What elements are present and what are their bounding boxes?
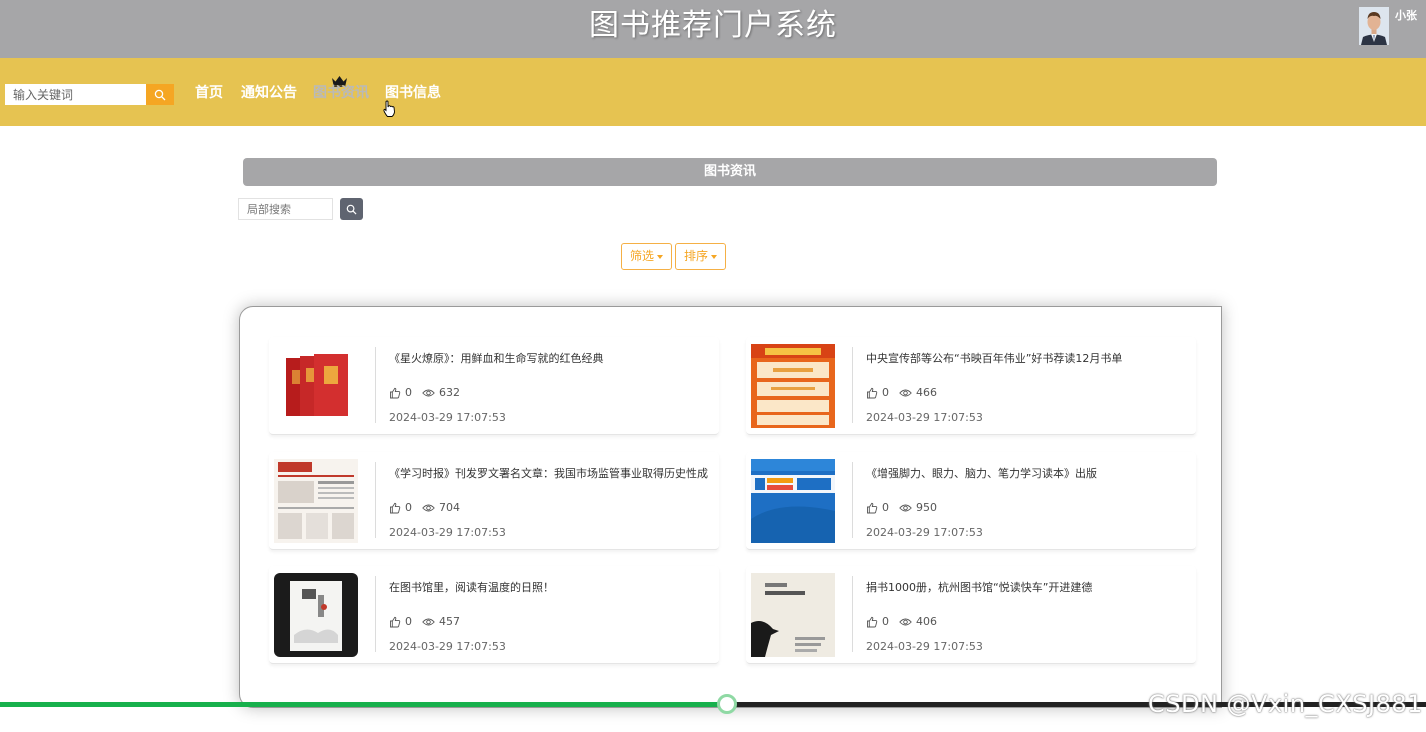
news-card[interactable]: 《增强脚力、眼力、脑力、笔力学习读本》出版 0 950 2024-03-29 1…	[746, 452, 1196, 550]
news-thumbnail[interactable]	[751, 573, 835, 657]
eye-icon	[422, 389, 435, 396]
eye-icon	[899, 389, 912, 396]
like-count: 0	[882, 501, 889, 514]
thumbs-up-icon[interactable]	[389, 616, 401, 628]
caret-down-icon	[657, 254, 664, 259]
news-list-panel: 《星火燎原》：用鲜血和生命写就的红色经典 0 632 2024-03-29 17…	[239, 306, 1222, 708]
filter-label: 筛选	[630, 249, 655, 263]
news-time: 2024-03-29 17:07:53	[866, 411, 983, 424]
nav-notices[interactable]: 通知公告	[241, 84, 297, 102]
news-time: 2024-03-29 17:07:53	[389, 526, 506, 539]
news-stats: 0 632	[389, 386, 460, 399]
nav-home[interactable]: 首页	[195, 84, 223, 102]
like-count: 0	[882, 386, 889, 399]
news-thumbnail[interactable]	[751, 344, 835, 428]
news-stats: 0 950	[866, 501, 937, 514]
section-heading: 图书资讯	[243, 158, 1217, 186]
user-avatar[interactable]	[1359, 7, 1389, 45]
username[interactable]: 小张	[1395, 7, 1417, 23]
keyword-search-button[interactable]	[146, 84, 174, 105]
news-thumbnail[interactable]	[274, 344, 358, 428]
news-thumbnail[interactable]	[274, 573, 358, 657]
divider	[375, 347, 376, 423]
watermark-text: CSDN @Vxin_CXSJ881	[1148, 690, 1423, 718]
local-search-input[interactable]	[238, 198, 333, 220]
filter-dropdown[interactable]: 筛选	[621, 243, 673, 270]
sort-label: 排序	[684, 249, 709, 263]
caret-down-icon	[711, 254, 718, 259]
news-time: 2024-03-29 17:07:53	[389, 640, 506, 653]
eye-icon	[422, 618, 435, 625]
sort-dropdown[interactable]: 排序	[675, 243, 727, 270]
eye-icon	[899, 618, 912, 625]
news-card[interactable]: 在图书馆里，阅读有温度的日照！ 0 457 2024-03-29 17:07:5…	[269, 566, 719, 664]
divider	[375, 576, 376, 652]
news-title[interactable]: 《学习时报》刊发罗文署名文章：我国市场监管事业取得历史性成	[389, 465, 719, 481]
news-title[interactable]: 捐书1000册，杭州图书馆“悦读快车”开进建德	[866, 579, 1196, 595]
news-card[interactable]: 中央宣传部等公布“书映百年伟业”好书荐读12月书单 0 466 2024-03-…	[746, 337, 1196, 435]
eye-icon	[422, 504, 435, 511]
news-title[interactable]: 《星火燎原》：用鲜血和生命写就的红色经典	[389, 350, 719, 366]
keyword-search-input[interactable]	[5, 84, 146, 105]
view-count: 950	[916, 501, 937, 514]
news-card[interactable]: 捐书1000册，杭州图书馆“悦读快车”开进建德 0 406 2024-03-29…	[746, 566, 1196, 664]
local-search-button[interactable]	[340, 198, 363, 220]
like-count: 0	[405, 501, 412, 514]
site-title: 图书推荐门户系统	[589, 8, 837, 43]
search-icon	[346, 204, 357, 215]
progress-fill	[0, 702, 727, 707]
view-count: 457	[439, 615, 460, 628]
divider	[852, 576, 853, 652]
news-title[interactable]: 中央宣传部等公布“书映百年伟业”好书荐读12月书单	[866, 350, 1196, 366]
divider	[375, 462, 376, 538]
thumbs-up-icon[interactable]	[389, 387, 401, 399]
news-thumbnail[interactable]	[751, 459, 835, 543]
divider	[852, 462, 853, 538]
news-card[interactable]: 《星火燎原》：用鲜血和生命写就的红色经典 0 632 2024-03-29 17…	[269, 337, 719, 435]
like-count: 0	[405, 615, 412, 628]
news-time: 2024-03-29 17:07:53	[866, 640, 983, 653]
news-title[interactable]: 《增强脚力、眼力、脑力、笔力学习读本》出版	[866, 465, 1196, 481]
news-stats: 0 466	[866, 386, 937, 399]
view-count: 406	[916, 615, 937, 628]
top-header: 图书推荐门户系统 小张	[0, 0, 1426, 58]
nav-book-news[interactable]: 图书资讯	[313, 84, 369, 102]
view-count: 466	[916, 386, 937, 399]
search-icon	[154, 89, 166, 100]
news-stats: 0 457	[389, 615, 460, 628]
eye-icon	[899, 504, 912, 511]
view-count: 704	[439, 501, 460, 514]
thumbs-up-icon[interactable]	[389, 502, 401, 514]
news-time: 2024-03-29 17:07:53	[866, 526, 983, 539]
news-thumbnail[interactable]	[274, 459, 358, 543]
thumbs-up-icon[interactable]	[866, 502, 878, 514]
news-stats: 0 406	[866, 615, 937, 628]
thumbs-up-icon[interactable]	[866, 616, 878, 628]
view-count: 632	[439, 386, 460, 399]
hand-cursor-icon	[382, 100, 396, 122]
like-count: 0	[882, 615, 889, 628]
like-count: 0	[405, 386, 412, 399]
divider	[852, 347, 853, 423]
news-card[interactable]: 《学习时报》刊发罗文署名文章：我国市场监管事业取得历史性成 0 704 2024…	[269, 452, 719, 550]
nav-bar: 首页 通知公告 图书资讯 图书信息	[0, 58, 1426, 126]
news-title[interactable]: 在图书馆里，阅读有温度的日照！	[389, 579, 719, 595]
thumbs-up-icon[interactable]	[866, 387, 878, 399]
news-time: 2024-03-29 17:07:53	[389, 411, 506, 424]
news-stats: 0 704	[389, 501, 460, 514]
progress-knob[interactable]	[717, 694, 737, 714]
